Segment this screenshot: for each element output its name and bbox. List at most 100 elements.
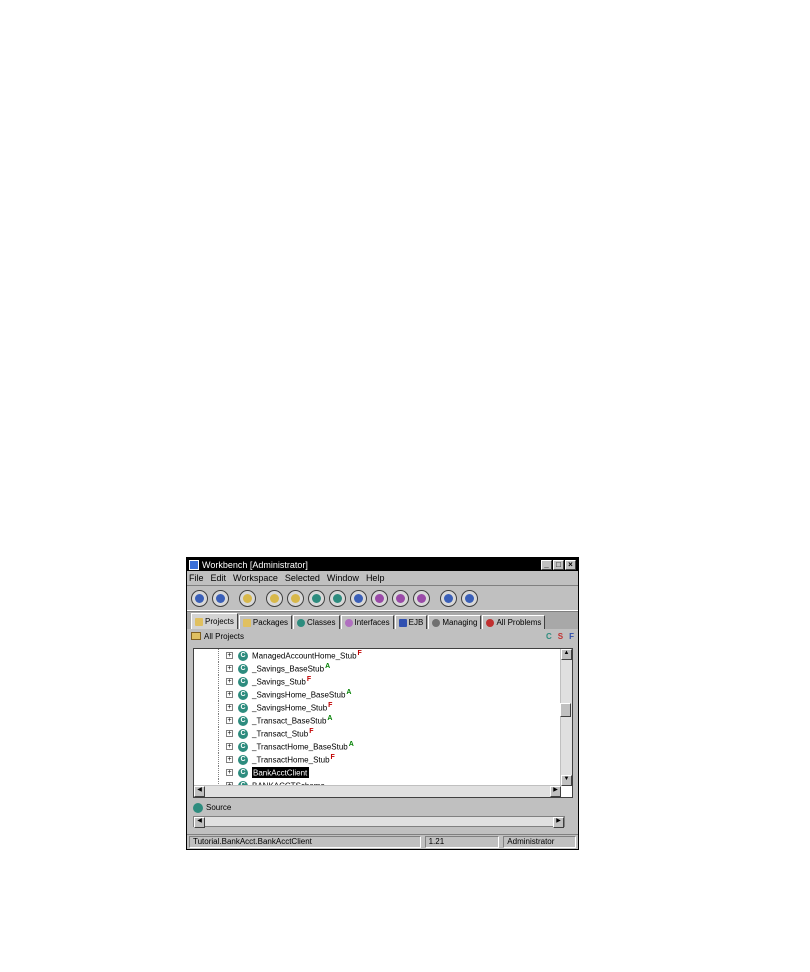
- tree-row[interactable]: + C _TransactHome_BaseStubA: [194, 740, 561, 753]
- tree-row[interactable]: + C BankAcctClient: [194, 766, 561, 779]
- show-classes-toggle[interactable]: C: [546, 632, 552, 641]
- status-version: 1.21: [424, 836, 500, 848]
- source-scrollbar[interactable]: ◀ ▶: [193, 816, 565, 828]
- class-icon[interactable]: [308, 589, 325, 607]
- class-icon: C: [238, 663, 248, 674]
- applet-icon[interactable]: [329, 589, 346, 607]
- window-icon[interactable]: [350, 589, 367, 607]
- expand-icon[interactable]: +: [226, 743, 233, 750]
- scroll-down-icon[interactable]: ▼: [561, 775, 572, 786]
- menu-edit[interactable]: Edit: [211, 573, 227, 583]
- scroll-thumb[interactable]: [560, 703, 571, 717]
- run-icon[interactable]: [191, 589, 208, 607]
- menu-help[interactable]: Help: [366, 573, 385, 583]
- expand-icon[interactable]: +: [226, 769, 233, 776]
- modifier-badge: F: [306, 676, 312, 684]
- modifier-badge: F: [309, 728, 314, 736]
- tree-row-label: _Transact_BaseStubA: [252, 715, 333, 726]
- tab-packages[interactable]: Packages: [238, 615, 293, 629]
- expand-icon[interactable]: +: [226, 691, 233, 698]
- tab-managing[interactable]: Managing: [428, 615, 482, 629]
- tab-ejb[interactable]: EJB: [394, 615, 428, 629]
- tree-connector: [218, 675, 219, 688]
- tree-row[interactable]: + C _SavingsHome_StubF: [194, 701, 561, 714]
- title-bar[interactable]: Workbench [Administrator] _ □ ×: [187, 558, 578, 571]
- tree-row[interactable]: + C _Transact_StubF: [194, 727, 561, 740]
- interface-icon[interactable]: [371, 589, 388, 607]
- expand-icon[interactable]: +: [226, 717, 233, 724]
- expand-icon[interactable]: +: [226, 730, 233, 737]
- tree-connector: [218, 662, 219, 675]
- tree-row[interactable]: + C _Savings_StubF: [194, 675, 561, 688]
- menu-bar: File Edit Workspace Selected Window Help: [187, 571, 578, 585]
- menu-file[interactable]: File: [189, 573, 204, 583]
- tree-row[interactable]: + C _Savings_BaseStubA: [194, 662, 561, 675]
- scroll-right-icon[interactable]: ▶: [553, 817, 564, 828]
- workbench-window: Workbench [Administrator] _ □ × File Edi…: [186, 557, 579, 850]
- tab-interfaces[interactable]: Interfaces: [340, 615, 394, 629]
- app-icon: [189, 559, 199, 570]
- menu-selected[interactable]: Selected: [285, 573, 320, 583]
- packages-icon[interactable]: [287, 589, 304, 607]
- class-icon: C: [238, 728, 248, 739]
- interface-icon: [344, 618, 353, 627]
- tree-connector: [218, 727, 219, 740]
- tree-connector: [218, 701, 219, 714]
- menu-workspace[interactable]: Workspace: [233, 573, 278, 583]
- tree-connector: [218, 688, 219, 701]
- modifier-badge: A: [327, 715, 333, 723]
- folder-icon: [191, 632, 201, 640]
- tree-row[interactable]: + C _SavingsHome_BaseStubA: [194, 688, 561, 701]
- scroll-up-icon[interactable]: ▲: [561, 649, 572, 660]
- tree-connector: [218, 766, 219, 779]
- show-source-toggle[interactable]: S: [558, 632, 563, 641]
- source-label: Source: [206, 803, 232, 812]
- scroll-left-icon[interactable]: ◀: [194, 786, 205, 797]
- class-icon: C: [238, 676, 248, 687]
- open-folder-icon[interactable]: [266, 589, 283, 607]
- tab-all-problems[interactable]: All Problems: [482, 615, 546, 629]
- expand-icon[interactable]: +: [226, 665, 233, 672]
- tab-projects[interactable]: Projects: [191, 613, 238, 629]
- window-title: Workbench [Administrator]: [202, 559, 308, 570]
- modifier-badge: F: [328, 702, 333, 710]
- source-pane-header: Source: [193, 801, 231, 814]
- class-icon: C: [238, 650, 248, 661]
- class-icon: [297, 618, 306, 627]
- tree-row-label: _Savings_StubF: [252, 676, 312, 687]
- search-icon[interactable]: [239, 589, 256, 607]
- tree-row[interactable]: + C _Transact_BaseStubA: [194, 714, 561, 727]
- expand-icon[interactable]: +: [226, 704, 233, 711]
- close-button[interactable]: ×: [565, 559, 576, 570]
- maximize-button[interactable]: □: [553, 559, 564, 570]
- tab-classes[interactable]: Classes: [293, 615, 340, 629]
- expand-icon[interactable]: +: [226, 756, 233, 763]
- tree-row-label: _Savings_BaseStubA: [252, 663, 331, 674]
- tree-connector: [218, 740, 219, 753]
- tree-row-label: _SavingsHome_StubF: [252, 702, 333, 713]
- scroll-left-icon[interactable]: ◀: [194, 817, 205, 828]
- minimize-button[interactable]: _: [541, 559, 552, 570]
- show-fields-toggle[interactable]: F: [569, 632, 574, 641]
- method-icon[interactable]: [392, 589, 409, 607]
- scroll-right-icon[interactable]: ▶: [550, 786, 561, 797]
- field-icon[interactable]: [413, 589, 430, 607]
- menu-window[interactable]: Window: [327, 573, 359, 583]
- tree-row[interactable]: + C _TransactHome_StubF: [194, 753, 561, 766]
- expand-icon[interactable]: +: [226, 652, 233, 659]
- class-icon: C: [238, 767, 248, 778]
- debug-icon[interactable]: [212, 589, 229, 607]
- vertical-scrollbar[interactable]: ▲ ▼: [560, 649, 572, 786]
- tree-row-label: _SavingsHome_BaseStubA: [252, 689, 352, 700]
- all-projects-label: All Projects: [204, 631, 245, 641]
- expand-icon[interactable]: +: [226, 678, 233, 685]
- class-icon: C: [238, 702, 248, 713]
- class-icon: [193, 802, 203, 813]
- managing-icon: [432, 618, 441, 627]
- class-icon: C: [238, 741, 248, 752]
- horizontal-scrollbar[interactable]: ◀ ▶: [194, 785, 561, 797]
- help-icon[interactable]: [440, 589, 457, 607]
- tools-icon[interactable]: [461, 589, 478, 607]
- modifier-badge: F: [330, 754, 335, 762]
- tree-row[interactable]: + C ManagedAccountHome_StubF: [194, 649, 561, 662]
